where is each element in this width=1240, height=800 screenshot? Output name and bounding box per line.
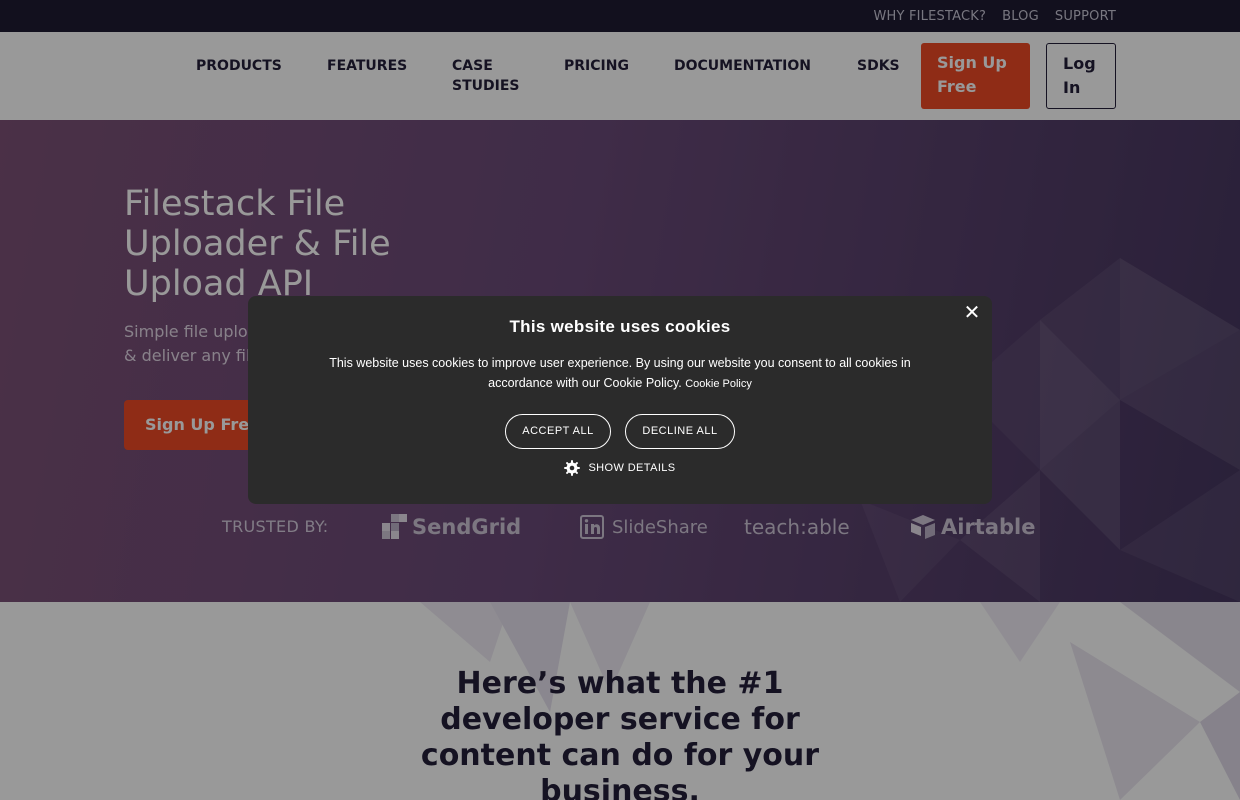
cookie-dialog-body: This website uses cookies to improve use…: [318, 353, 922, 394]
cookie-dialog-text: This website uses cookies to improve use…: [329, 356, 911, 390]
accept-all-button[interactable]: ACCEPT ALL: [505, 414, 611, 449]
show-details-toggle[interactable]: SHOW DETAILS: [248, 460, 992, 476]
decline-all-button[interactable]: DECLINE ALL: [625, 414, 735, 449]
gear-icon: [564, 460, 581, 476]
cookie-policy-link[interactable]: Cookie Policy: [685, 378, 752, 390]
cookie-dialog-title: This website uses cookies: [509, 317, 731, 336]
cookie-consent-dialog: ✕ This website uses cookies This website…: [248, 296, 992, 504]
show-details-label: SHOW DETAILS: [588, 462, 676, 474]
